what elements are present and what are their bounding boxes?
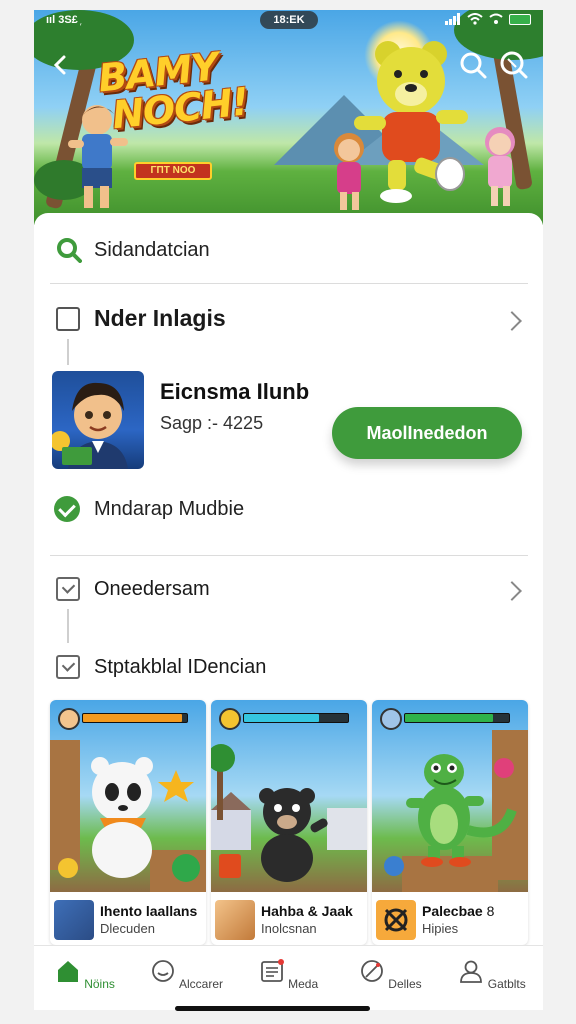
game-card[interactable]: Hahba & Jaak Inolcsnan — [211, 700, 367, 945]
game-info: Palecbae 8 Hipies — [372, 896, 528, 944]
game-screenshot — [372, 700, 528, 892]
app-title: Eicnsma Ilunb — [160, 379, 310, 404]
checkbox-checked[interactable] — [56, 655, 80, 679]
checkbox-checked[interactable] — [56, 577, 80, 601]
bear-character — [211, 744, 367, 882]
search-icon — [57, 238, 82, 263]
chevron-right-icon[interactable] — [502, 581, 522, 601]
game-thumbnail — [215, 900, 255, 940]
game-subtitle: Inolcsnan — [261, 921, 317, 936]
status-bar: ııl 3S£ ᷊ 18:EK — [34, 10, 543, 32]
game-title: Palecbae 8 — [422, 903, 495, 919]
game-screenshot — [50, 700, 206, 892]
nav-label: Alccarer — [179, 977, 224, 991]
nav-item-media[interactable]: Meda — [238, 946, 340, 1010]
install-button[interactable]: MaolInededon — [332, 407, 522, 459]
check-circle-icon — [54, 496, 80, 522]
status-time: 18:EK — [260, 11, 318, 29]
game-info: Ihento laallans Dlecuden — [50, 896, 206, 944]
game-title: Hahba & Jaak — [261, 903, 353, 919]
game-thumbnail — [54, 900, 94, 940]
app-avatar-art — [52, 382, 128, 469]
phone-screen: BAMY NOCH! ΓΠΤ ΝΟΟ ııl 3S£ ᷊ 18:EK Sidan… — [34, 10, 543, 1010]
verified-row[interactable]: Mndarap Mudbie — [54, 496, 244, 522]
app-subtitle: Sagp :- 4225 — [160, 413, 264, 433]
game-card[interactable]: Ihento laallans Dlecuden — [50, 700, 206, 945]
hero-banner: BAMY NOCH! ΓΠΤ ΝΟΟ ııl 3S£ ᷊ 18:EK — [34, 10, 543, 225]
nav-item-profile[interactable]: Gatblts — [441, 946, 543, 1010]
divider — [50, 283, 528, 284]
battery-icon — [509, 13, 531, 25]
nav-label: Gatblts — [487, 977, 526, 991]
connector-line — [67, 339, 69, 365]
connector-line — [67, 609, 69, 643]
content-sheet: Sidandatcian Nder Inlagis Eicnsma Ilunb — [34, 213, 543, 953]
option-row[interactable]: Stptakblal IDencian — [56, 655, 266, 679]
search-row[interactable]: Sidandatcian — [56, 235, 210, 265]
wifi-icon — [489, 13, 503, 24]
section-title: Nder Inlagis — [94, 305, 226, 331]
game-subtitle: Hipies — [422, 921, 459, 936]
crossed-circle-icon — [384, 908, 408, 932]
game-title: Ihento laallans — [100, 903, 198, 919]
search-label: Sidandatcian — [94, 238, 210, 261]
section-header[interactable]: Nder Inlagis — [56, 305, 226, 332]
search-icon[interactable] — [458, 50, 488, 80]
news-icon — [260, 959, 284, 982]
game-subtitle: Dlecuden — [100, 921, 155, 936]
back-icon[interactable] — [46, 50, 76, 80]
home-icon — [57, 961, 78, 982]
nav-item-delles[interactable]: Delles — [339, 946, 441, 1010]
hero-cta-button[interactable]: ΓΠΤ ΝΟΟ — [134, 162, 212, 180]
status-icons — [445, 13, 531, 25]
option-label: Oneedersam — [94, 577, 210, 600]
pen-icon — [361, 960, 383, 982]
game-screenshot — [211, 700, 367, 892]
checkbox[interactable] — [56, 306, 80, 331]
girl-character — [485, 127, 515, 206]
panda-character — [50, 740, 206, 892]
game-list: Ihento laallans Dlecuden Hahba & Jaak In… — [50, 700, 528, 950]
divider — [50, 555, 528, 556]
game-info: Hahba & Jaak Inolcsnan — [211, 896, 367, 944]
nav-item-home[interactable]: Nöins — [34, 946, 136, 1010]
bottom-nav: Nöins Alccarer Meda Delles Gatblts — [34, 945, 543, 1010]
verified-label: Mndarap Mudbie — [94, 497, 245, 520]
profile-icon — [460, 960, 483, 983]
signal-icon — [445, 13, 460, 25]
game-card[interactable]: Palecbae 8 Hipies — [372, 700, 528, 945]
option-row[interactable]: Oneedersam — [56, 577, 210, 601]
nav-label: Delles — [388, 977, 422, 991]
wifi-icon — [467, 13, 483, 25]
dinosaur-character — [384, 730, 528, 892]
nav-item-clock[interactable]: Alccarer — [136, 946, 238, 1010]
clock-icon — [152, 960, 175, 982]
girl-character — [334, 133, 364, 210]
home-indicator[interactable] — [175, 1006, 370, 1011]
option-label: Stptakblal IDencian — [94, 655, 267, 678]
boy-character — [68, 105, 128, 208]
chevron-right-icon[interactable] — [502, 311, 522, 331]
app-icon[interactable] — [52, 371, 144, 469]
game-thumbnail — [376, 900, 416, 940]
carrier-signal: ııl 3S£ ᷊ — [46, 14, 81, 26]
search-icon[interactable] — [498, 50, 528, 80]
nav-label: Nöins — [84, 977, 115, 991]
nav-label: Meda — [288, 977, 319, 991]
